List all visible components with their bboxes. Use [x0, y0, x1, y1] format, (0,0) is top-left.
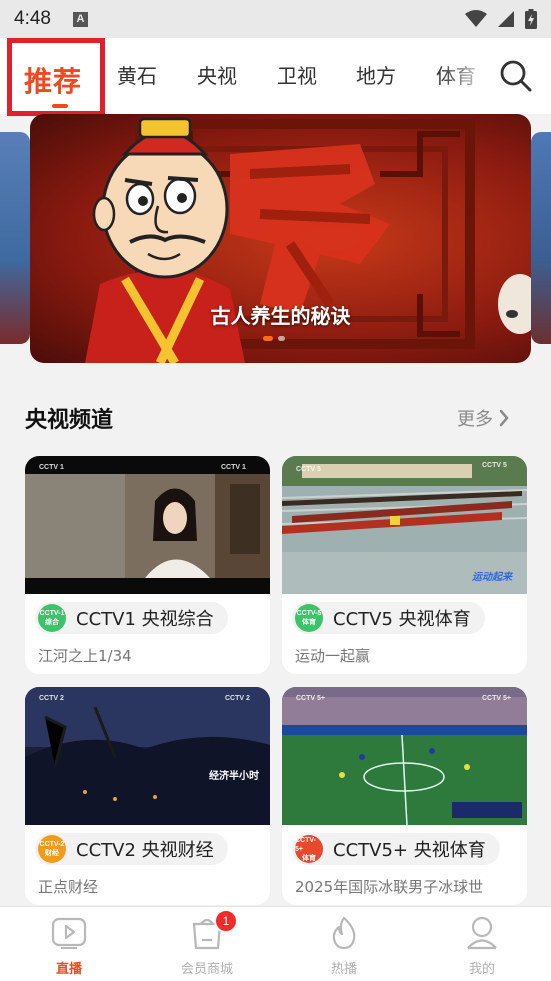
bottom-nav-live-label: 直播 — [55, 962, 82, 977]
channel-thumbnail-cctv1: CCTV 1 CCTV 1 — [25, 456, 270, 594]
tab-cctv[interactable]: 央视 — [197, 60, 237, 89]
channel-name: CCTV5+ 央视体育 — [333, 840, 486, 861]
channel-thumbnail-cctv5: CCTV 5 CCTV 5 运动起来 — [282, 456, 527, 594]
banner-caption: 古人养生的秘诀 — [210, 304, 351, 328]
tab-recommend[interactable]: 推荐 — [7, 38, 105, 116]
bottom-nav-profile-label: 我的 — [468, 962, 495, 977]
thumb-overlay-caption: 经济半小时 — [209, 771, 259, 782]
bottom-nav-trending-label: 热播 — [330, 962, 357, 977]
channel-name-chip: CCTV-5+ 体育 CCTV5+ 央视体育 — [292, 833, 500, 865]
banner-next-peek[interactable] — [531, 132, 551, 344]
bottom-nav-shop-label: 会员商城 — [180, 962, 233, 977]
channel-name: CCTV1 央视综合 — [76, 609, 214, 630]
channel-card-cctv5[interactable]: CCTV 5 CCTV 5 运动起来 CCTV-5 体育 CCTV5 央视体育 运… — [282, 456, 527, 674]
video-frame — [25, 687, 270, 825]
status-time: 4:48 — [14, 8, 51, 29]
thumb-channel-logo: CCTV 5+ — [296, 695, 325, 702]
wifi-icon — [465, 10, 487, 27]
notification-badge: 1 — [214, 909, 238, 933]
cctv1-logo-icon: CCTV-1 综合 — [38, 604, 66, 632]
banner-dot-active — [263, 336, 273, 341]
thumb-channel-logo-right: CCTV 2 — [225, 695, 250, 702]
cctv2-logo-icon: CCTV-2 财经 — [38, 835, 66, 863]
thumb-channel-logo-right: CCTV 5 — [482, 462, 507, 469]
channel-card-cctv1[interactable]: CCTV 1 CCTV 1 CCTV-1 综合 CCTV1 央视综合 江河之上1/… — [25, 456, 270, 674]
channel-category-nav: 推荐 黄石 央视 卫视 地方 体育 — [0, 38, 551, 116]
current-program: 正点财经 — [38, 878, 99, 896]
search-icon — [500, 60, 532, 92]
more-label: 更多 — [457, 409, 493, 430]
video-frame — [25, 456, 270, 594]
tab-local[interactable]: 地方 — [356, 60, 396, 89]
current-program: 2025年国际冰联男子冰球世 — [295, 878, 484, 896]
thumb-channel-logo-right: CCTV 1 — [221, 464, 246, 471]
search-button[interactable] — [498, 58, 534, 94]
featured-banner[interactable]: 古人养生的秘诀 — [30, 114, 531, 363]
person-icon — [467, 916, 497, 950]
section-title: 央视频道 — [25, 408, 114, 433]
more-button[interactable]: 更多 — [457, 405, 509, 431]
tab-satellite[interactable]: 卫视 — [277, 60, 317, 89]
channel-card-cctv2[interactable]: CCTV 2 CCTV 2 经济半小时 CCTV-2 财经 CCTV2 央视财经 … — [25, 687, 270, 905]
channel-thumbnail-cctv2: CCTV 2 CCTV 2 经济半小时 — [25, 687, 270, 825]
channel-thumbnail-cctv5-plus: CCTV 5+ CCTV 5+ — [282, 687, 527, 825]
channel-name-chip: CCTV-1 综合 CCTV1 央视综合 — [35, 602, 228, 634]
bottom-nav: 直播 1 会员商城 热播 我的 — [0, 906, 551, 981]
banner-dot — [278, 336, 285, 341]
flame-icon — [332, 916, 356, 950]
thumb-channel-logo: CCTV 1 — [39, 464, 64, 471]
channel-name: CCTV5 央视体育 — [333, 609, 471, 630]
chevron-right-icon — [499, 409, 509, 427]
banner-previous-peek[interactable] — [0, 132, 30, 344]
tab-recommend-label: 推荐 — [24, 65, 83, 98]
status-bar: 4:48 A — [0, 0, 551, 38]
thumb-overlay-caption: 运动起来 — [472, 572, 512, 583]
thumb-channel-logo: CCTV 5 — [296, 466, 321, 473]
cctv5-logo-icon: CCTV-5 体育 — [295, 604, 323, 632]
thumb-channel-logo-right: CCTV 5+ — [482, 695, 511, 702]
thumb-channel-logo: CCTV 2 — [39, 695, 64, 702]
bottom-nav-shop[interactable]: 1 会员商城 — [162, 907, 252, 981]
play-screen-icon — [51, 917, 87, 949]
notification-icon: A — [72, 11, 88, 27]
banner-pagination — [263, 336, 285, 341]
battery-charging-icon — [525, 9, 537, 29]
bottom-nav-trending[interactable]: 热播 — [299, 907, 389, 981]
bottom-nav-live[interactable]: 直播 — [24, 907, 114, 981]
current-program: 运动一起赢 — [295, 647, 371, 665]
channel-name: CCTV2 央视财经 — [76, 840, 214, 861]
cellular-signal-icon — [498, 11, 514, 27]
status-icons — [465, 9, 537, 29]
channel-name-chip: CCTV-2 财经 CCTV2 央视财经 — [35, 833, 228, 865]
active-tab-indicator — [52, 104, 68, 108]
video-frame — [282, 687, 527, 825]
bottom-nav-profile[interactable]: 我的 — [437, 907, 527, 981]
channel-name-chip: CCTV-5 体育 CCTV5 央视体育 — [292, 602, 485, 634]
channel-card-cctv5-plus[interactable]: CCTV 5+ CCTV 5+ CCTV-5+ 体育 CCTV5+ 央视体育 20… — [282, 687, 527, 905]
tab-huangshi[interactable]: 黄石 — [117, 60, 157, 89]
cctv5-plus-logo-icon: CCTV-5+ 体育 — [295, 835, 323, 863]
current-program: 江河之上1/34 — [38, 647, 132, 665]
